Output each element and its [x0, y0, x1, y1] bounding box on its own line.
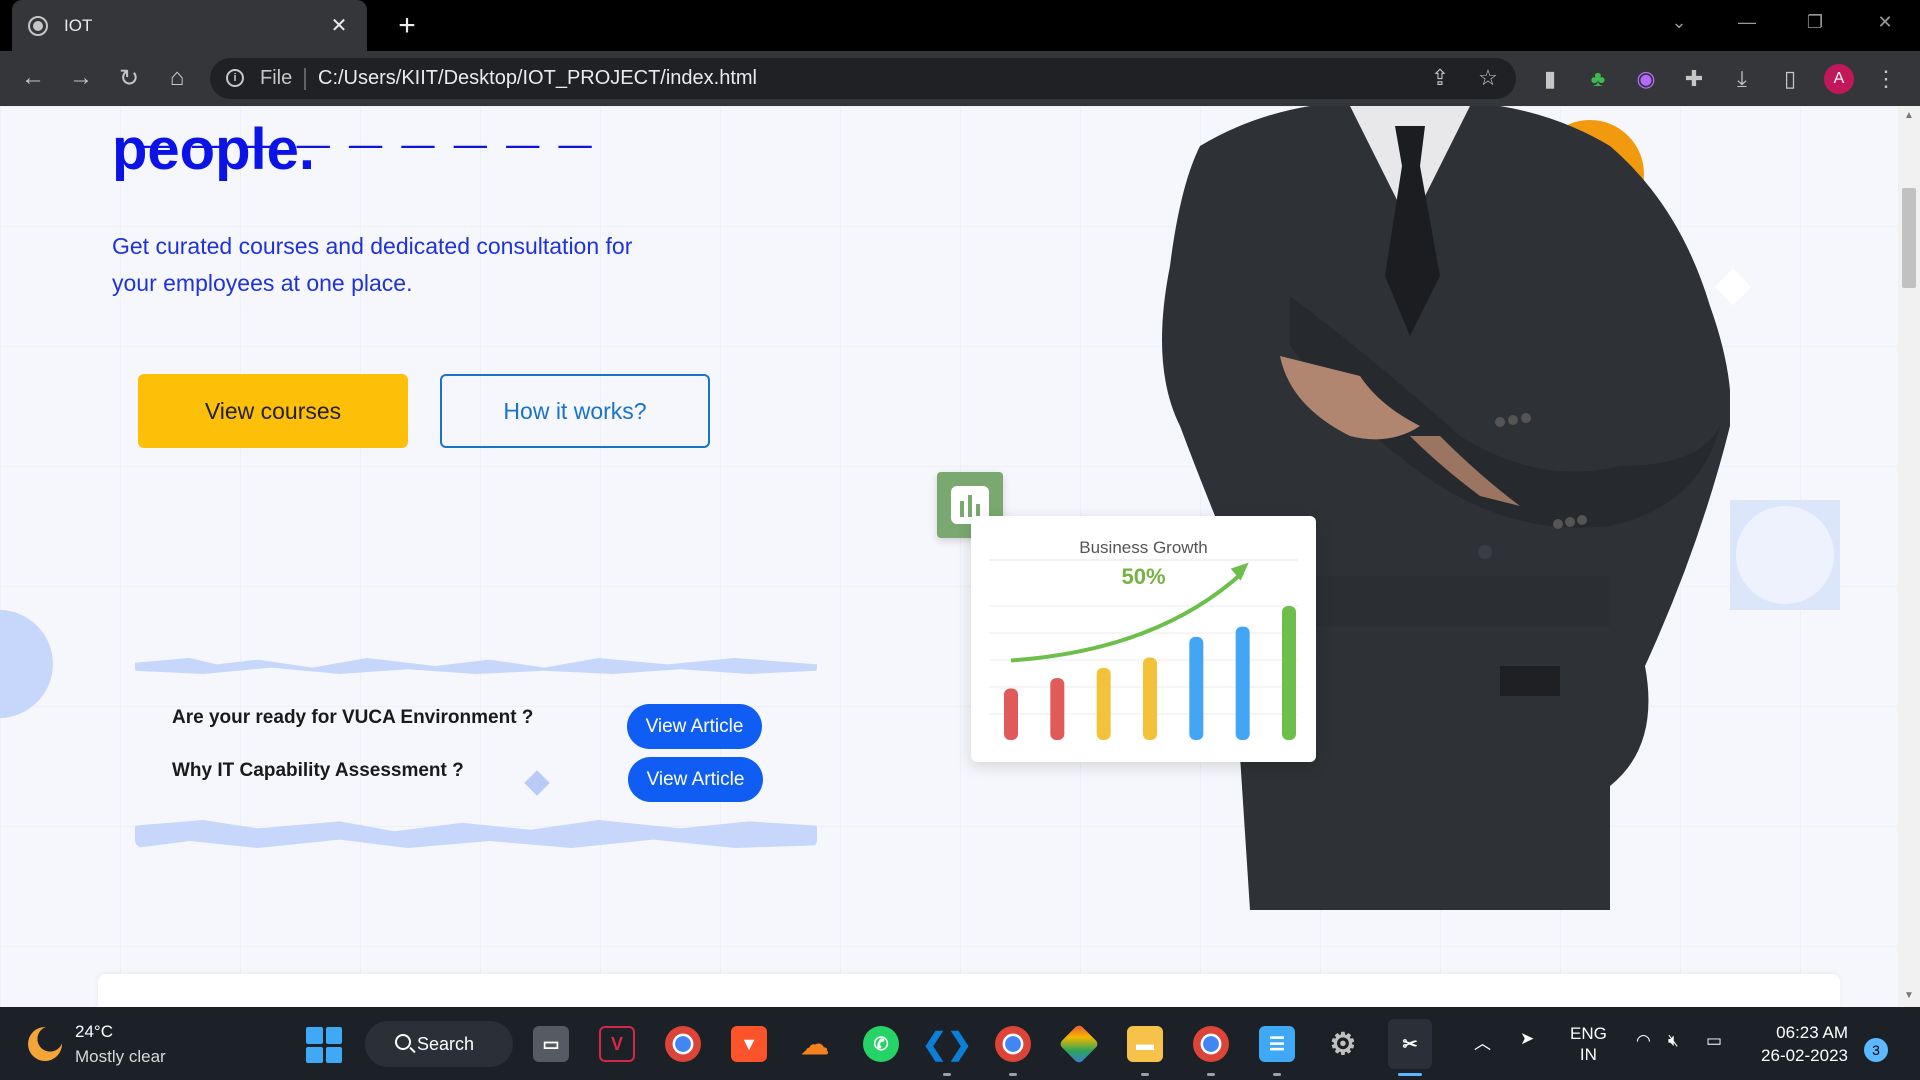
valorant-icon[interactable]: V [599, 1026, 635, 1062]
tab-search-icon[interactable]: ⌄ [1656, 0, 1702, 44]
growth-bar-6 [1235, 626, 1250, 740]
menu-kebab-icon[interactable]: ⋮ [1872, 65, 1900, 93]
address-bar[interactable]: i File C:/Users/KIIT/Desktop/IOT_PROJECT… [210, 58, 1516, 99]
article-question-1: Are your ready for VUCA Environment ? [172, 707, 534, 728]
profile-avatar[interactable]: A [1824, 64, 1854, 94]
taskbar-search-label: Search [417, 1033, 475, 1054]
growth-bar-4 [1143, 657, 1157, 740]
growth-bar-3 [1096, 667, 1111, 740]
search-icon [395, 1034, 411, 1050]
growth-bar-chart [989, 559, 1298, 740]
back-icon[interactable]: ← [16, 61, 50, 95]
extension-purple-icon[interactable]: ◉ [1632, 65, 1660, 93]
circle-square-decoration [1730, 500, 1840, 610]
forward-icon[interactable]: → [64, 61, 98, 95]
start-windows-icon[interactable] [306, 1027, 342, 1063]
chrome2-running-indicator [1207, 1073, 1215, 1076]
tab-title: IOT [64, 15, 93, 35]
view-article-button-1[interactable]: View Article [627, 704, 762, 749]
scroll-up-arrow-icon[interactable]: ▲ [1898, 110, 1920, 121]
notepad-running-indicator [1273, 1073, 1281, 1076]
growth-bar-5 [1189, 636, 1204, 740]
home-icon[interactable]: ⌂ [160, 61, 194, 95]
browser-tab[interactable]: IOT ✕ [12, 0, 367, 51]
scheme-label: File [260, 67, 293, 89]
snipping-active-indicator [1398, 1073, 1422, 1076]
clock-date: 26-02-2023 [1761, 1046, 1848, 1065]
growth-bar-1 [1004, 688, 1018, 740]
task-view-icon[interactable]: ▭ [533, 1026, 569, 1062]
bookmark-star-icon[interactable]: ☆ [1476, 66, 1500, 90]
hero-title: people. [112, 117, 316, 182]
growth-bar-7 [1282, 606, 1296, 740]
vscode-running-indicator [943, 1073, 951, 1076]
url-text[interactable]: C:/Users/KIIT/Desktop/IOT_PROJECT/index.… [318, 67, 757, 90]
next-section-card [98, 974, 1840, 1007]
reload-icon[interactable]: ↻ [112, 61, 146, 95]
clock-time: 06:23 AM [1776, 1023, 1848, 1042]
tab-strip: IOT ✕ + ⌄ — ❐ ✕ [0, 0, 1920, 51]
language-indicator[interactable]: ENG IN [1570, 1023, 1607, 1065]
weather-temperature[interactable]: 24°C [75, 1022, 113, 1042]
cloudflare-icon[interactable]: ☁ [797, 1026, 833, 1062]
snipping-tool-icon[interactable]: ✂ [1388, 1019, 1432, 1069]
chrome-profile-icon-2[interactable] [1193, 1026, 1229, 1062]
close-tab-icon[interactable]: ✕ [327, 13, 351, 38]
chrome-icon[interactable] [665, 1026, 701, 1062]
file-explorer-icon[interactable]: ▬ [1127, 1026, 1163, 1062]
explorer-running-indicator [1141, 1073, 1149, 1076]
scroll-thumb[interactable] [1902, 188, 1916, 288]
growth-trend-line [1010, 571, 1245, 663]
download-icon[interactable]: ⤓ [1728, 65, 1756, 93]
chrome-running-indicator [1009, 1073, 1017, 1076]
vertical-scrollbar[interactable]: ▲ ▼ [1898, 106, 1920, 1007]
clock[interactable]: 06:23 AM 26-02-2023 [1752, 1021, 1848, 1067]
new-tab-button[interactable]: + [392, 8, 422, 44]
notification-badge[interactable]: 3 [1864, 1038, 1888, 1062]
extension-tree-icon[interactable]: ♣ [1584, 65, 1612, 93]
battery-icon[interactable]: ▭ [1706, 1031, 1722, 1051]
language-code: ENG [1570, 1024, 1607, 1043]
chrome-profile-icon-1[interactable] [995, 1026, 1031, 1062]
view-article-button-2[interactable]: View Article [628, 757, 763, 802]
address-separator [304, 68, 306, 90]
businessman-image [1162, 106, 1730, 910]
notepad-icon[interactable]: ☰ [1259, 1026, 1295, 1062]
brave-icon[interactable]: ▼ [731, 1026, 767, 1062]
business-growth-card: Business Growth 50% [971, 516, 1316, 762]
weather-moon-icon[interactable] [28, 1027, 62, 1061]
git-app-icon[interactable] [1058, 1023, 1100, 1065]
minimize-button[interactable]: — [1724, 0, 1770, 44]
side-panel-icon[interactable]: ▯ [1776, 65, 1804, 93]
vscode-icon[interactable]: ❮❯ [922, 1026, 972, 1062]
hero-subtitle: Get curated courses and dedicated consul… [112, 233, 633, 296]
share-icon[interactable]: ⇪ [1428, 66, 1452, 90]
whatsapp-icon[interactable]: ✆ [863, 1026, 899, 1062]
wifi-icon[interactable]: ◠ [1636, 1031, 1651, 1051]
extension-icon-1[interactable]: ▮ [1536, 65, 1564, 93]
taskbar: 24°C Mostly clear Search ▭ V ▼ ☁ ✆ ❮❯ ▬ … [0, 1007, 1920, 1080]
how-it-works-button[interactable]: How it works? [440, 374, 710, 448]
close-window-button[interactable]: ✕ [1862, 0, 1908, 44]
browser-toolbar: ← → ↻ ⌂ i File C:/Users/KIIT/Desktop/IOT… [0, 51, 1920, 106]
info-icon[interactable]: i [226, 69, 244, 87]
web-page: _ _ _ _ _ _ _ _ _ people. Get curated co… [0, 106, 1898, 1007]
settings-gear-icon[interactable]: ⚙ [1325, 1026, 1361, 1062]
show-hidden-icons-chevron-icon[interactable]: ︿ [1474, 1029, 1491, 1054]
extensions-puzzle-icon[interactable]: ✚ [1680, 65, 1708, 93]
weather-condition[interactable]: Mostly clear [75, 1047, 166, 1067]
language-region: IN [1579, 1045, 1597, 1064]
view-courses-button[interactable]: View courses [138, 374, 408, 448]
taskbar-search[interactable]: Search [365, 1021, 513, 1067]
location-icon[interactable]: ➤ [1520, 1029, 1534, 1049]
growth-trend-arrowhead [1230, 562, 1249, 581]
growth-bar-2 [1050, 678, 1065, 740]
globe-icon [28, 15, 48, 36]
scroll-down-arrow-icon[interactable]: ▼ [1898, 990, 1920, 1001]
volume-muted-icon[interactable]: 🔇︎ [1668, 1031, 1679, 1051]
restore-button[interactable]: ❐ [1792, 0, 1838, 44]
article-question-2: Why IT Capability Assessment ? [172, 760, 464, 781]
